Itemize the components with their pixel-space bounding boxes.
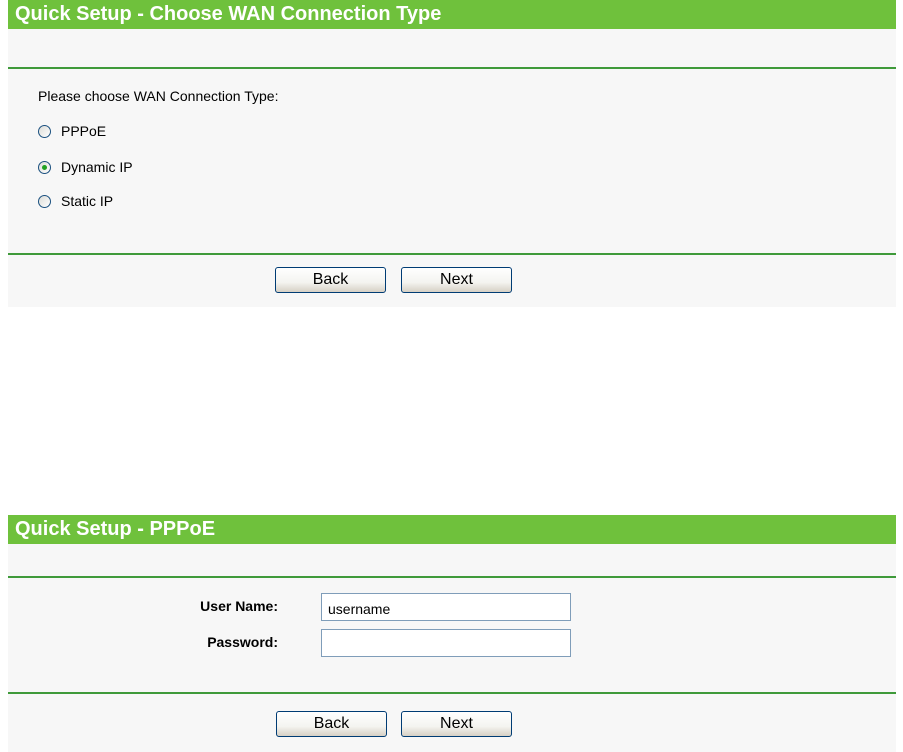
password-field[interactable] (321, 629, 571, 657)
divider (8, 253, 896, 255)
radio-label-dynamic-ip: Dynamic IP (61, 159, 133, 175)
wan-connection-panel: Quick Setup - Choose WAN Connection Type… (8, 0, 896, 307)
pppoe-panel-title: Quick Setup - PPPoE (8, 515, 896, 544)
wan-panel-title: Quick Setup - Choose WAN Connection Type (8, 0, 896, 29)
divider (8, 576, 896, 578)
password-label: Password: (207, 634, 278, 650)
radio-selected-dot (42, 164, 47, 170)
pppoe-panel: Quick Setup - PPPoE User Name: Password:… (8, 515, 896, 752)
radio-button-pppoe[interactable] (38, 124, 51, 138)
next-button[interactable]: Next (401, 267, 512, 293)
username-label: User Name: (200, 598, 278, 614)
divider (8, 692, 896, 694)
radio-button-dynamic-ip[interactable] (38, 160, 51, 174)
wan-prompt: Please choose WAN Connection Type: (38, 88, 279, 104)
back-button[interactable]: Back (276, 711, 387, 737)
radio-option-pppoe[interactable]: PPPoE (38, 121, 106, 141)
next-button[interactable]: Next (401, 711, 512, 737)
radio-button-static-ip[interactable] (38, 194, 51, 208)
radio-label-pppoe: PPPoE (61, 123, 107, 139)
radio-option-static-ip[interactable]: Static IP (38, 191, 113, 211)
radio-label-static-ip: Static IP (61, 193, 114, 209)
username-field[interactable] (321, 593, 571, 621)
divider (8, 67, 896, 69)
radio-option-dynamic-ip[interactable]: Dynamic IP (38, 157, 133, 177)
back-button[interactable]: Back (275, 267, 386, 293)
